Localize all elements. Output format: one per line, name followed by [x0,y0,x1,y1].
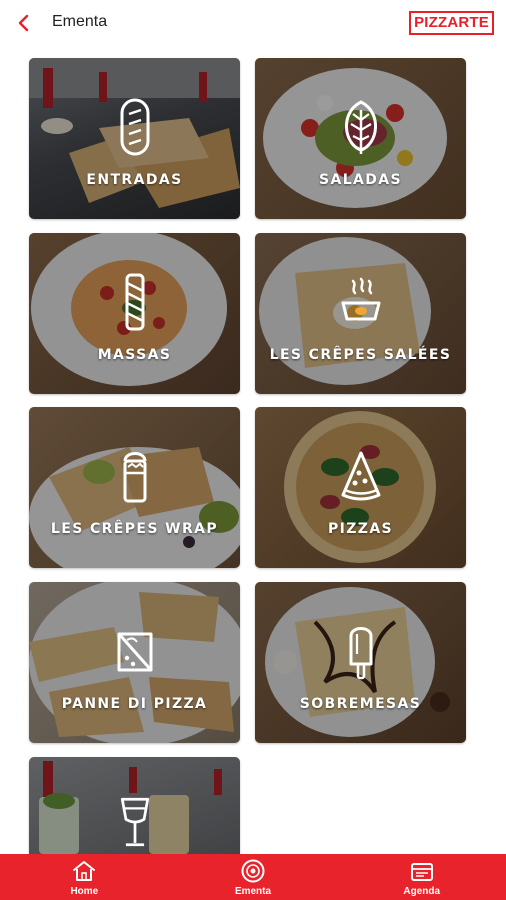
category-label: ENTRADAS [86,172,183,188]
plate-icon [241,859,265,883]
glass-icon [120,797,149,847]
category-card-bebidas[interactable] [29,757,240,854]
category-card-crepes-salees[interactable]: LES CRÊPES SALÉES [255,233,466,394]
pasta-icon [125,273,144,331]
category-card-saladas[interactable]: SALADAS [255,58,466,219]
back-button[interactable] [12,12,34,34]
category-card-crepes-wrap[interactable]: LES CRÊPES WRAP [29,407,240,568]
egg-pan-icon [341,277,380,321]
bread-icon [120,98,149,156]
category-label: MASSAS [97,347,172,363]
nav-label: Agenda [403,886,441,897]
wrap-icon [123,452,146,503]
calendar-icon [410,863,433,881]
nav-item-ementa[interactable]: Ementa [169,854,338,900]
category-label: LES CRÊPES SALÉES [269,347,452,363]
category-label: LES CRÊPES WRAP [50,521,219,537]
category-card-sobremesas[interactable]: SOBREMESAS [255,582,466,743]
popsicle-icon [349,627,372,680]
pizza-slice-icon [341,451,380,501]
nav-label: Home [70,886,99,897]
app-screen: Ementa PIZZARTE ENTRADAS SALADAS MASSAS … [0,0,506,900]
page-title: Ementa [52,13,108,30]
nav-item-home[interactable]: Home [0,854,169,900]
category-card-panne-di-pizza[interactable]: PANNE DI PIZZA [29,582,240,743]
lettuce-icon [344,100,377,154]
category-label: SOBREMESAS [299,696,422,712]
bottom-navigation: Home Ementa Agenda [0,854,506,900]
chevron-left-icon [18,14,29,32]
category-card-pizzas[interactable]: PIZZAS [255,407,466,568]
nav-item-agenda[interactable]: Agenda [337,854,506,900]
category-label: PANNE DI PIZZA [61,696,208,712]
category-card-massas[interactable]: MASSAS [29,233,240,394]
category-card-entradas[interactable]: ENTRADAS [29,58,240,219]
top-bar: Ementa PIZZARTE [0,0,506,48]
brand-logo: PIZZARTE [409,11,494,35]
nav-label: Ementa [234,886,272,897]
sandwich-icon [117,632,152,672]
category-label: SALADAS [318,172,402,188]
category-label: PIZZAS [327,521,394,537]
home-icon [73,861,96,881]
